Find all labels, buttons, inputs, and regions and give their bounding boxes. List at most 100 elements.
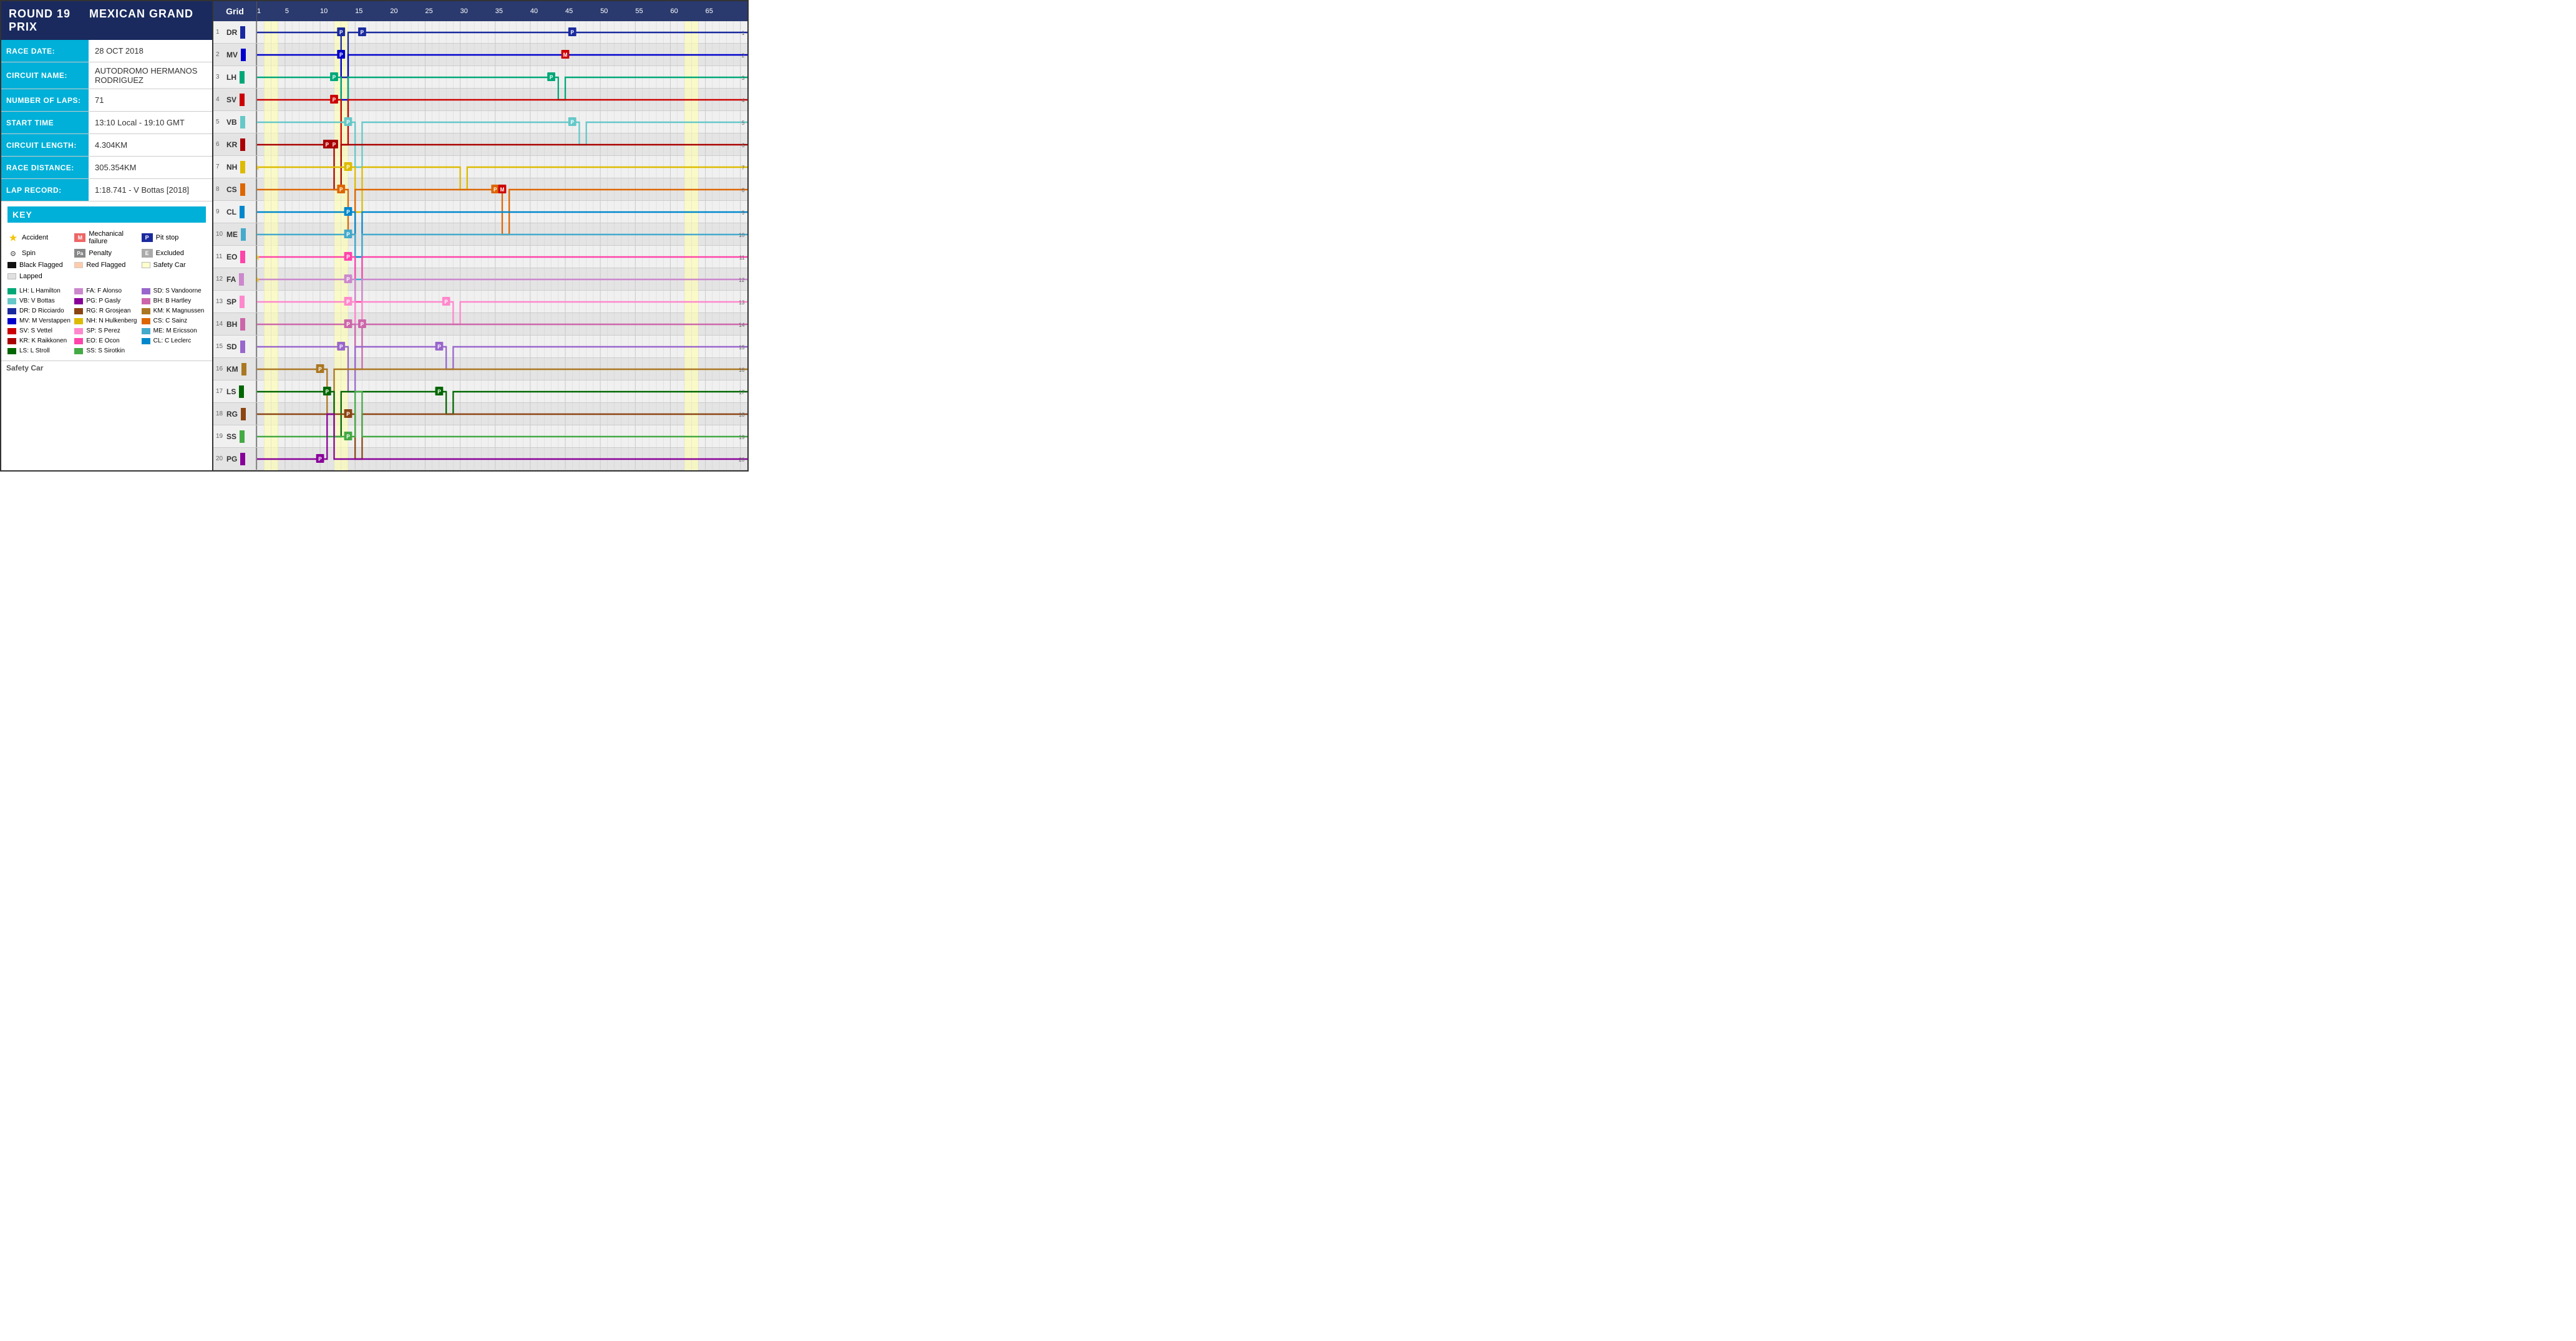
chart-area-KR — [257, 133, 747, 156]
row-label-FA: 12FA — [213, 268, 257, 290]
key-lapped: Lapped — [7, 271, 72, 281]
chart-row-DR: 1DR — [213, 21, 747, 44]
driver-color-bar-SP — [240, 296, 245, 308]
key-pit: P Pit stop — [142, 229, 206, 246]
key-spin: ⊙ Spin — [7, 248, 72, 259]
penalty-icon: Pa — [74, 249, 85, 258]
circuit-name-value: AUTODROMO HERMANOS RODRIGUEZ — [89, 62, 212, 89]
black-flag-label: Black Flagged — [19, 261, 63, 269]
driver-sp: SP: S Perez — [74, 326, 139, 336]
chart-row-VB: 5VB — [213, 111, 747, 133]
driver-color-bar-NH — [240, 161, 245, 173]
chart-area-DR — [257, 21, 747, 44]
round-number: ROUND 19 — [9, 7, 70, 20]
vb-color — [7, 298, 16, 304]
row-label-MV: 2MV — [213, 44, 257, 65]
driver-code-SV: SV — [226, 95, 236, 104]
driver-color-bar-CL — [240, 206, 245, 218]
driver-eo: EO: E Ocon — [74, 336, 139, 346]
driver-bh: BH: B Hartley — [142, 296, 206, 306]
red-flag-icon — [74, 262, 83, 268]
chart-area-LS — [257, 380, 747, 403]
safety-car-text: Safety Car — [6, 364, 43, 372]
chart-area-CS — [257, 178, 747, 201]
lap-marker-45: 45 — [565, 7, 573, 15]
key-header: KEY — [7, 206, 206, 223]
chart-area-KM — [257, 358, 747, 380]
lap-marker-20: 20 — [390, 7, 397, 15]
eo-color — [74, 338, 83, 344]
driver-code-SP: SP — [226, 298, 236, 306]
driver-code-SD: SD — [226, 342, 237, 351]
chart-row-LH: 3LH — [213, 66, 747, 89]
red-flag-label: Red Flagged — [86, 261, 125, 269]
lap-marker-10: 10 — [320, 7, 328, 15]
driver-color-bar-RG — [241, 408, 246, 420]
chart-area-PG — [257, 448, 747, 470]
chart-row-SP: 13SP — [213, 291, 747, 313]
chart-area-SV — [257, 89, 747, 111]
row-label-ME: 10ME — [213, 223, 257, 245]
driver-color-bar-CS — [240, 183, 245, 196]
chart-row-FA: 12FA — [213, 268, 747, 291]
lap-record-value: 1:18.741 - V Bottas [2018] — [89, 182, 195, 198]
safety-car-icon — [142, 262, 150, 268]
round-header: ROUND 19 MEXICAN GRAND PRIX — [1, 1, 212, 40]
driver-vb: VB: V Bottas — [7, 296, 72, 306]
chart-row-CS: 8CS — [213, 178, 747, 201]
circuit-length-label: CIRCUIT LENGTH: — [1, 134, 89, 156]
chart-area-BH — [257, 313, 747, 336]
driver-kr: KR: K Raikkonen — [7, 336, 72, 346]
driver-color-bar-SV — [240, 94, 245, 106]
ls-color — [7, 348, 16, 354]
row-label-KM: 16KM — [213, 358, 257, 380]
key-black-flag: Black Flagged — [7, 260, 72, 270]
row-label-VB: 5VB — [213, 111, 257, 133]
lap-marker-65: 65 — [706, 7, 713, 15]
driver-rg: RG: R Grosjean — [74, 306, 139, 316]
lap-record-row: LAP RECORD: 1:18.741 - V Bottas [2018] — [1, 179, 212, 201]
driver-lh: LH: L Hamilton — [7, 286, 72, 296]
chart-row-SV: 4SV — [213, 89, 747, 111]
driver-ss: SS: S Sirotkin — [74, 346, 139, 356]
chart-area-RG — [257, 403, 747, 425]
row-label-SS: 19SS — [213, 425, 257, 447]
ss-color — [74, 348, 83, 354]
driver-km: KM: K Magnussen — [142, 306, 206, 316]
chart-row-EO: 11EO — [213, 246, 747, 268]
start-time-row: START TIME 13:10 Local - 19:10 GMT — [1, 112, 212, 134]
lap-marker-5: 5 — [285, 7, 289, 15]
driver-color-bar-PG — [240, 453, 245, 465]
mechanical-icon: M — [74, 233, 85, 242]
sd-color — [142, 288, 150, 294]
spin-label: Spin — [22, 249, 36, 257]
grid-label: Grid — [213, 1, 257, 21]
main-container: ROUND 19 MEXICAN GRAND PRIX RACE DATE: 2… — [0, 0, 749, 472]
driver-nh: NH: N Hulkenberg — [74, 316, 139, 326]
driver-code-RG: RG — [226, 410, 238, 419]
lap-marker-15: 15 — [355, 7, 362, 15]
black-flag-icon — [7, 262, 16, 268]
driver-sv: SV: S Vettel — [7, 326, 72, 336]
driver-ls: LS: L Stroll — [7, 346, 72, 356]
driver-code-VB: VB — [226, 118, 237, 127]
chart-area-SP — [257, 291, 747, 313]
excluded-icon: E — [142, 249, 153, 258]
me-color — [142, 328, 150, 334]
key-safety-car: Safety Car — [142, 260, 206, 270]
circuit-name-label: CIRCUIT NAME: — [1, 62, 89, 89]
driver-color-bar-LS — [239, 385, 244, 398]
chart-row-SD: 15SD — [213, 336, 747, 358]
circuit-name-row: CIRCUIT NAME: AUTODROMO HERMANOS RODRIGU… — [1, 62, 212, 89]
driver-code-BH: BH — [226, 320, 237, 329]
kr-color — [7, 338, 16, 344]
chart-area-CL — [257, 201, 747, 223]
key-excluded: E Excluded — [142, 248, 206, 259]
row-label-SV: 4SV — [213, 89, 257, 110]
row-label-LH: 3LH — [213, 66, 257, 88]
row-label-EO: 11EO — [213, 246, 257, 268]
chart-area-SS — [257, 425, 747, 448]
driver-code-DR: DR — [226, 28, 237, 37]
mechanical-label: Mechanical failure — [89, 230, 139, 245]
driver-color-bar-FA — [239, 273, 244, 286]
